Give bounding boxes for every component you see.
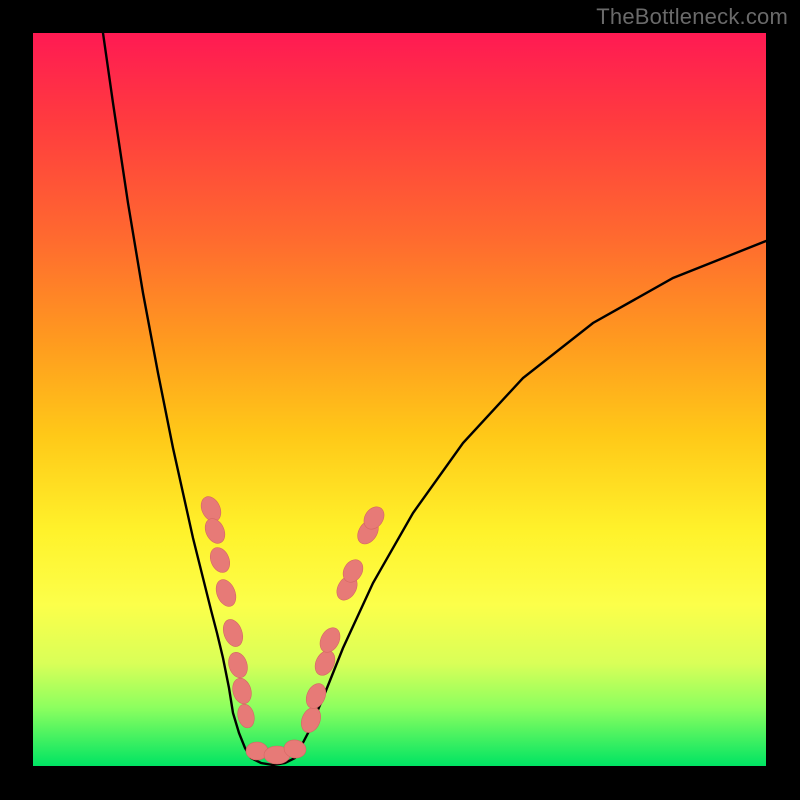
- data-marker: [316, 624, 344, 655]
- curve-svg: [33, 33, 766, 766]
- data-marker: [302, 680, 329, 711]
- chart-frame: TheBottleneck.com: [0, 0, 800, 800]
- marker-cluster: [197, 493, 388, 764]
- data-marker: [298, 705, 324, 736]
- data-marker: [207, 545, 234, 576]
- data-marker: [220, 617, 246, 649]
- bottleneck-curve: [103, 33, 766, 765]
- data-marker: [212, 577, 239, 610]
- data-marker: [225, 650, 250, 680]
- data-marker: [201, 515, 228, 546]
- data-marker: [230, 676, 254, 706]
- curve-path: [103, 33, 766, 765]
- plot-area: [33, 33, 766, 766]
- watermark-text: TheBottleneck.com: [596, 4, 788, 30]
- data-marker: [235, 702, 256, 729]
